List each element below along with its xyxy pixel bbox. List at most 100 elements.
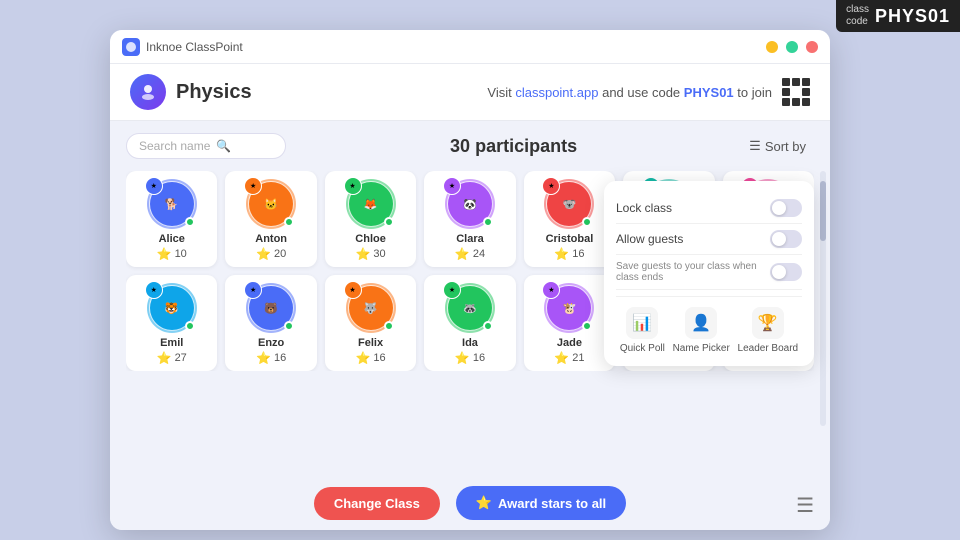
qr-code-icon[interactable] (782, 78, 810, 106)
avatar-wrap: 🐮 ★ (544, 283, 594, 333)
save-guests-toggle[interactable] (770, 263, 802, 281)
avatar-wrap: 🐻 ★ (246, 283, 296, 333)
app-icon (122, 38, 140, 56)
student-stars: ⭐ 16 (355, 351, 385, 365)
student-name: Jade (557, 337, 582, 349)
name-picker-action[interactable]: 👤 Name Picker (673, 307, 730, 354)
top-bar: Search name 🔍 30 participants ☰ Sort by (126, 133, 814, 159)
name-picker-icon: 👤 (685, 307, 717, 339)
student-name: Clara (456, 233, 484, 245)
student-name: Chloe (355, 233, 386, 245)
scrollbar[interactable] (820, 171, 826, 426)
badge-icon: ★ (244, 281, 262, 299)
maximize-button[interactable] (786, 41, 798, 53)
student-stars: ⭐ 24 (455, 247, 485, 261)
star-icon: ⭐ (256, 351, 271, 365)
badge-icon: ★ (244, 177, 262, 195)
badge-icon: ★ (344, 177, 362, 195)
leader-board-icon: 🏆 (752, 307, 784, 339)
student-card[interactable]: 🐼 ★ Clara ⭐ 24 (424, 171, 515, 267)
allow-guests-row: Allow guests (616, 224, 802, 255)
student-card[interactable]: 🐺 ★ Felix ⭐ 16 (325, 275, 416, 371)
close-button[interactable] (806, 41, 818, 53)
search-placeholder: Search name (139, 139, 210, 153)
avatar-wrap: 🐼 ★ (445, 179, 495, 229)
star-count: 16 (473, 352, 485, 364)
avatar-wrap: 🐕 ★ (147, 179, 197, 229)
badge-icon: ★ (145, 281, 163, 299)
online-dot (284, 321, 294, 331)
quick-poll-label: Quick Poll (620, 343, 665, 354)
sort-label: Sort by (765, 139, 806, 154)
student-card[interactable]: 🐨 ★ Cristobal ⭐ 16 (524, 171, 615, 267)
student-card[interactable]: 🐕 ★ Alice ⭐ 10 (126, 171, 217, 267)
student-stars: ⭐ 16 (455, 351, 485, 365)
name-picker-label: Name Picker (673, 343, 730, 354)
minimize-button[interactable] (766, 41, 778, 53)
star-count: 24 (473, 248, 485, 260)
avatar-wrap: 🐺 ★ (346, 283, 396, 333)
lock-class-label: Lock class (616, 201, 672, 215)
award-stars-label: Award stars to all (498, 496, 606, 511)
student-stars: ⭐ 21 (554, 351, 584, 365)
change-class-button[interactable]: Change Class (314, 487, 440, 520)
online-dot (582, 321, 592, 331)
allow-guests-toggle[interactable] (770, 230, 802, 248)
star-icon: ⭐ (554, 351, 569, 365)
scroll-thumb[interactable] (820, 181, 826, 241)
student-card[interactable]: 🦊 ★ Chloe ⭐ 30 (325, 171, 416, 267)
star-icon: ⭐ (157, 351, 172, 365)
award-star-icon: ⭐ (476, 495, 492, 511)
student-card[interactable]: 🐯 ★ Emil ⭐ 27 (126, 275, 217, 371)
popup-panel: Lock class Allow guests Save guests to y… (604, 181, 814, 366)
star-count: 10 (175, 248, 187, 260)
online-dot (384, 217, 394, 227)
class-code-value: PHYS01 (875, 6, 950, 27)
class-logo (130, 74, 166, 110)
leader-board-action[interactable]: 🏆 Leader Board (738, 307, 799, 354)
save-guests-text: Save guests to your class when class end… (616, 261, 770, 283)
student-stars: ⭐ 10 (157, 247, 187, 261)
star-icon: ⭐ (455, 351, 470, 365)
star-count: 27 (175, 352, 187, 364)
classpoint-link[interactable]: classpoint.app (515, 85, 598, 100)
student-name: Enzo (258, 337, 284, 349)
student-card[interactable]: 🐮 ★ Jade ⭐ 21 (524, 275, 615, 371)
student-name: Anton (255, 233, 287, 245)
online-dot (185, 321, 195, 331)
student-card[interactable]: 🐻 ★ Enzo ⭐ 16 (225, 275, 316, 371)
student-name: Felix (358, 337, 383, 349)
star-count: 16 (572, 248, 584, 260)
online-dot (483, 217, 493, 227)
class-code-badge: classcode PHYS01 (836, 0, 960, 32)
student-card[interactable]: 🐱 ★ Anton ⭐ 20 (225, 171, 316, 267)
student-name: Alice (159, 233, 185, 245)
online-dot (284, 217, 294, 227)
student-card[interactable]: 🦝 ★ Ida ⭐ 16 (424, 275, 515, 371)
title-bar: Inknoe ClassPoint (110, 30, 830, 64)
menu-button[interactable]: ☰ (796, 496, 814, 516)
student-stars: ⭐ 27 (157, 351, 187, 365)
lock-class-toggle[interactable] (770, 199, 802, 217)
student-stars: ⭐ 16 (256, 351, 286, 365)
popup-actions: 📊 Quick Poll 👤 Name Picker 🏆 Leader Boar… (616, 296, 802, 354)
allow-guests-label: Allow guests (616, 232, 683, 246)
badge-icon: ★ (145, 177, 163, 195)
star-icon: ⭐ (455, 247, 470, 261)
online-dot (384, 321, 394, 331)
student-stars: ⭐ 20 (256, 247, 286, 261)
class-code-label: classcode (846, 4, 869, 28)
quick-poll-action[interactable]: 📊 Quick Poll (620, 307, 665, 354)
content-area: Search name 🔍 30 participants ☰ Sort by … (110, 121, 830, 476)
star-icon: ⭐ (256, 247, 271, 261)
sort-button[interactable]: ☰ Sort by (741, 134, 814, 158)
sort-icon: ☰ (749, 138, 761, 154)
online-dot (185, 217, 195, 227)
star-icon: ⭐ (355, 351, 370, 365)
award-stars-button[interactable]: ⭐ Award stars to all (456, 486, 626, 520)
participants-count: 30 participants (286, 136, 741, 157)
star-icon: ⭐ (157, 247, 172, 261)
avatar-wrap: 🐨 ★ (544, 179, 594, 229)
search-box[interactable]: Search name 🔍 (126, 133, 286, 159)
bottom-bar: Change Class ⭐ Award stars to all ☰ (110, 476, 830, 530)
